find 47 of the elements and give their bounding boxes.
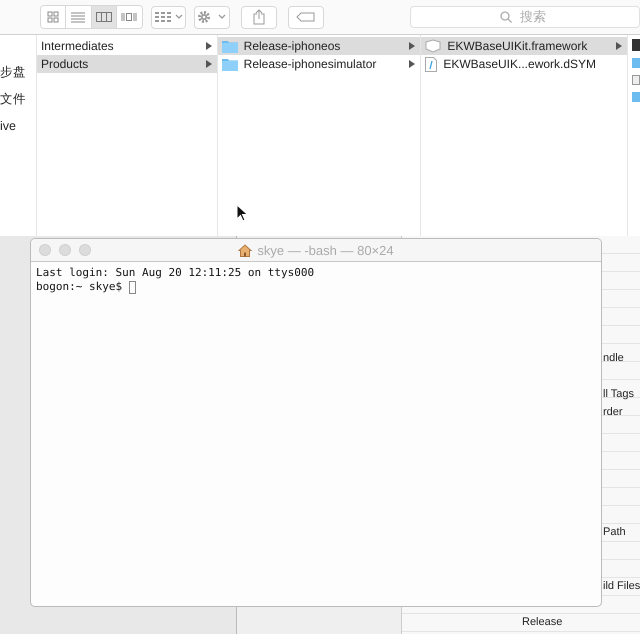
arrange-button[interactable] <box>150 6 186 28</box>
terminal-line: Last login: Sun Aug 20 12:11:25 on ttys000 <box>36 266 314 280</box>
view-mode-button[interactable] <box>66 6 92 28</box>
pointer-icon <box>236 204 248 222</box>
folder-icon <box>632 58 640 68</box>
view-mode-button[interactable] <box>116 6 142 28</box>
coverflow-icon <box>121 11 138 23</box>
folder-icon <box>222 58 238 70</box>
document-icon <box>425 56 438 72</box>
share-button[interactable] <box>240 6 277 28</box>
tag-button[interactable] <box>288 6 324 28</box>
file-row[interactable]: Release-iphonesimulator <box>218 55 420 73</box>
file-row[interactable]: EKWBaseUIKit.framework <box>421 37 627 55</box>
sidebar-item[interactable]: 文件 <box>0 90 36 108</box>
file-row[interactable]: Release-iphoneos <box>218 37 420 55</box>
window-title: skye — -bash — 80×24 <box>257 242 394 258</box>
sidebar-item[interactable]: 步盘 <box>0 63 36 81</box>
folder-icon <box>632 92 640 102</box>
share-icon <box>252 9 265 25</box>
file-row[interactable]: Products <box>36 55 217 73</box>
search-icon <box>500 11 512 23</box>
gear-icon <box>196 10 227 24</box>
grid-icon <box>45 11 62 23</box>
search-field[interactable]: 搜索 <box>410 6 640 28</box>
close-button[interactable] <box>39 244 51 256</box>
file-row[interactable]: EKWBaseUIK...ework.dSYM <box>421 55 627 73</box>
sidebar-item[interactable]: ive <box>0 117 36 135</box>
tag-icon <box>296 12 316 22</box>
view-mode-button[interactable] <box>41 6 66 28</box>
setting-label: ild Files <box>603 579 640 593</box>
setting-label: ll Tags <box>603 387 634 401</box>
house-icon <box>238 244 252 256</box>
folder-icon <box>222 40 238 52</box>
minimize-button[interactable] <box>59 244 71 256</box>
setting-label: ndle <box>603 351 624 365</box>
columns-icon <box>96 11 112 23</box>
zoom-button[interactable] <box>79 244 91 256</box>
terminal-line: bogon:~ skye$ <box>36 280 122 294</box>
setting-label: Path <box>603 525 626 539</box>
text-cursor <box>129 280 136 294</box>
view-mode-button[interactable] <box>92 6 117 28</box>
arrange-icon <box>154 11 184 23</box>
list-icon <box>70 11 86 23</box>
file-row[interactable]: Intermediates <box>36 37 217 55</box>
setting-label: rder <box>603 405 623 419</box>
action-button[interactable] <box>194 6 230 28</box>
setting-label: Release <box>522 615 562 629</box>
